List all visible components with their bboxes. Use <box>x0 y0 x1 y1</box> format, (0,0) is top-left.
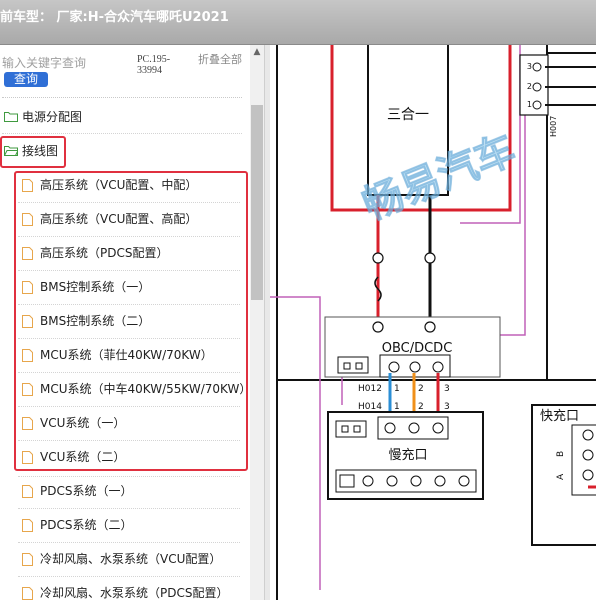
document-icon <box>22 315 33 328</box>
tree-divider <box>18 236 240 237</box>
scroll-up-arrow-icon[interactable]: ▲ <box>250 45 264 59</box>
document-icon <box>22 383 33 396</box>
tree-doc-label: BMS控制系统（二） <box>40 314 151 328</box>
scrollbar-thumb[interactable] <box>251 105 263 300</box>
tree-divider <box>18 372 240 373</box>
pin-label: 2 <box>527 82 532 91</box>
tree-doc-label: 冷却风扇、水泵系统（PDCS配置） <box>40 586 229 600</box>
tree-divider <box>18 440 240 441</box>
tree-divider <box>18 476 240 477</box>
wiring-diagram-svg: 三合一 3 2 1 H007 OBC/DCDC H012 H014 1 2 3 … <box>270 45 596 600</box>
slow-charge-port-label: 慢充口 <box>388 447 427 463</box>
pin-label: 1 <box>394 402 400 412</box>
folder-open-icon <box>4 146 18 156</box>
document-icon <box>22 281 33 294</box>
document-icon <box>22 247 33 260</box>
document-icon <box>22 519 33 532</box>
tree-doc-label: PDCS系统（二） <box>40 518 133 532</box>
tree-doc-label: VCU系统（二） <box>40 450 126 464</box>
sidebar-scrollbar[interactable]: ▲ <box>250 45 264 600</box>
tree-divider <box>18 270 240 271</box>
tree-doc-item[interactable]: MCU系统（中车40KW/55KW/70KW） <box>22 378 248 400</box>
document-icon <box>22 451 33 464</box>
document-icon <box>22 485 33 498</box>
search-button[interactable]: 查询 <box>4 72 48 87</box>
document-icon <box>22 179 33 192</box>
pin-label: 3 <box>527 62 532 71</box>
pin-label: 1 <box>394 384 400 394</box>
connector-h014-label: H014 <box>358 402 382 412</box>
tree-folder-power-distribution[interactable]: 电源分配图 <box>0 106 240 128</box>
tree-doc-label: 高压系统（VCU配置、高配） <box>40 212 198 226</box>
title-bar: 前车型： 厂家:H-合众汽车哪吒U2021 <box>0 0 596 45</box>
pin-label: 1 <box>527 100 532 109</box>
document-icon <box>22 417 33 430</box>
tree-divider <box>2 133 242 134</box>
tree-doc-label: 冷却风扇、水泵系统（VCU配置） <box>40 552 222 566</box>
tree-divider <box>18 508 240 509</box>
collapse-all-link[interactable]: 折叠全部 <box>198 54 244 66</box>
tree-folder-wiring-diagram[interactable]: 接线图 <box>0 140 60 162</box>
tree-divider <box>18 338 240 339</box>
pin-label: 2 <box>418 384 424 394</box>
pin-label: A <box>556 473 566 480</box>
document-icon <box>22 553 33 566</box>
document-icon <box>22 587 33 600</box>
tree-divider <box>18 406 240 407</box>
pin-label: 2 <box>418 402 424 412</box>
module-obc-label: OBC/DCDC <box>382 341 453 356</box>
tree-folder-label: 接线图 <box>22 144 59 158</box>
search-input[interactable] <box>2 55 130 71</box>
sidebar-tree-panel: 查询 PC.195-33994 折叠全部 电源分配图 接线图 高压系统（VCU配… <box>0 45 264 600</box>
tree-doc-label: VCU系统（一） <box>40 416 126 430</box>
wiring-diagram-canvas[interactable]: 三合一 3 2 1 H007 OBC/DCDC H012 H014 1 2 3 … <box>270 45 596 600</box>
pin-label: 3 <box>444 384 450 394</box>
tree-folder-label: 电源分配图 <box>22 110 83 124</box>
search-area: 查询 PC.195-33994 折叠全部 <box>0 45 250 99</box>
tree-doc-label: 高压系统（VCU配置、中配） <box>40 178 198 192</box>
tree-doc-label: MCU系统（中车40KW/55KW/70KW） <box>40 382 248 396</box>
folder-icon <box>4 112 18 122</box>
fast-charge-port-label: 快充口 <box>540 408 579 424</box>
document-icon <box>22 349 33 362</box>
pin-label: B <box>556 451 566 457</box>
tree-divider <box>18 542 240 543</box>
pin-label: 3 <box>444 402 450 412</box>
tree-divider <box>18 304 240 305</box>
tree-doc-label: BMS控制系统（一） <box>40 280 151 294</box>
search-divider <box>2 97 242 98</box>
document-icon <box>22 213 33 226</box>
connector-h007-label: H007 <box>549 116 558 137</box>
connector-h012-label: H012 <box>358 384 382 394</box>
vehicle-model-title: 前车型： 厂家:H-合众汽车哪吒U2021 <box>0 10 229 25</box>
tree-doc-label: PDCS系统（一） <box>40 484 133 498</box>
tree-doc-label: 高压系统（PDCS配置） <box>40 246 169 260</box>
tree-divider <box>18 202 240 203</box>
tree-doc-label: MCU系统（菲仕40KW/70KW） <box>40 348 213 362</box>
pc-code-label: PC.195-33994 <box>137 54 171 76</box>
module-sanheyi-label: 三合一 <box>387 107 429 123</box>
tree-divider <box>18 576 240 577</box>
